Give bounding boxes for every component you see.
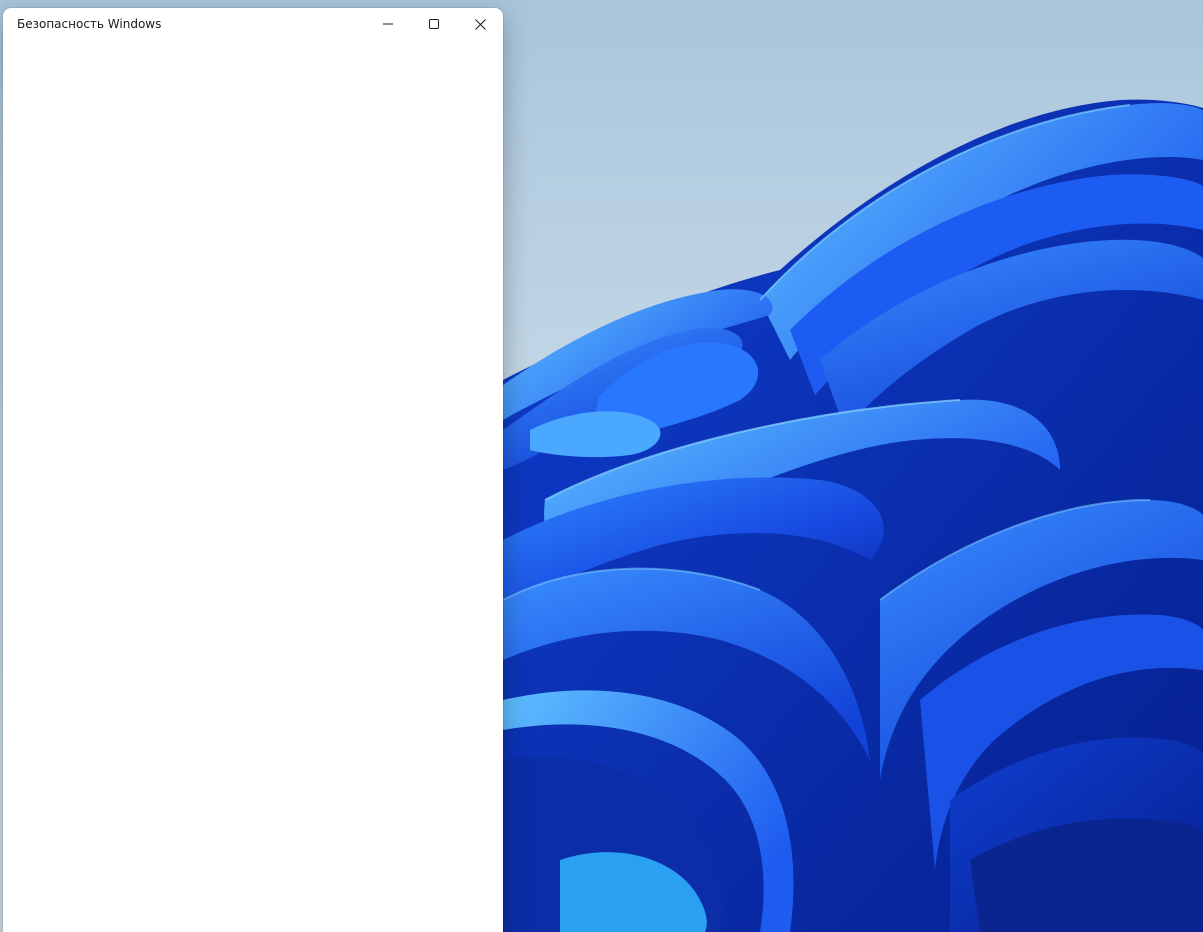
close-icon [474,18,486,30]
window-titlebar[interactable]: Безопасность Windows [3,8,503,40]
close-button[interactable] [457,8,503,40]
window-content-area [3,40,503,932]
maximize-icon [429,19,439,29]
maximize-button[interactable] [411,8,457,40]
minimize-icon [383,23,393,25]
windows-security-window[interactable]: Безопасность Windows [3,8,503,932]
window-title: Безопасность Windows [17,17,162,31]
minimize-button[interactable] [365,8,411,40]
desktop: Безопасность Windows [0,0,1203,932]
